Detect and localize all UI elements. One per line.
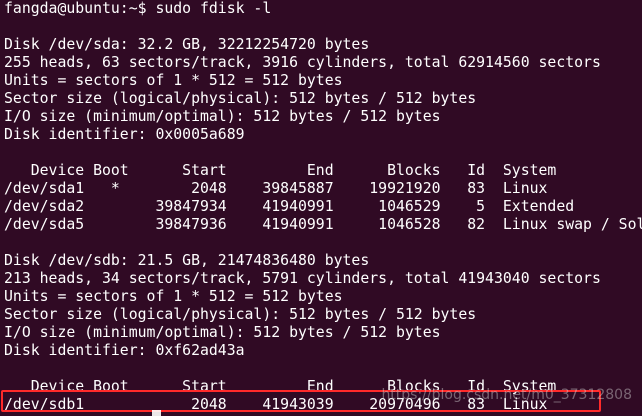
- sda-disk-line: Disk /dev/sda: 32.2 GB, 32212254720 byte…: [4, 36, 370, 53]
- sda-table-header: Device Boot Start End Blocks Id System: [4, 162, 557, 179]
- sdb-io-size-line: I/O size (minimum/optimal): 512 bytes / …: [4, 324, 441, 341]
- sdb-table-header: Device Boot Start End Blocks Id System: [4, 378, 557, 395]
- terminal-output: fangda@ubuntu:~$ sudo fdisk -l Disk /dev…: [4, 0, 642, 414]
- table-row: /dev/sda2 39847934 41940991 1046529 5 Ex…: [4, 198, 575, 215]
- sda-io-size-line: I/O size (minimum/optimal): 512 bytes / …: [4, 108, 441, 125]
- sda-sector-size-line: Sector size (logical/physical): 512 byte…: [4, 90, 477, 107]
- sdb-units-line: Units = sectors of 1 * 512 = 512 bytes: [4, 288, 343, 305]
- prompt-line: fangda@ubuntu:~$ sudo fdisk -l: [4, 0, 272, 17]
- sda-geometry-line: 255 heads, 63 sectors/track, 3916 cylind…: [4, 54, 601, 71]
- sdb-sector-size-line: Sector size (logical/physical): 512 byte…: [4, 306, 477, 323]
- table-row: /dev/sda1 * 2048 39845887 19921920 83 Li…: [4, 180, 548, 197]
- sdb-disk-line: Disk /dev/sdb: 21.5 GB, 21474836480 byte…: [4, 252, 370, 269]
- sdb-identifier-line: Disk identifier: 0xf62ad43a: [4, 342, 245, 359]
- table-row: /dev/sdb1 2048 41943039 20970496 83 Linu…: [4, 396, 548, 413]
- table-row: /dev/sda5 39847936 41940991 1046528 82 L…: [4, 216, 642, 233]
- sdb-geometry-line: 213 heads, 34 sectors/track, 5791 cylind…: [4, 270, 601, 287]
- sda-identifier-line: Disk identifier: 0x0005a689: [4, 126, 245, 143]
- cursor-icon: [152, 410, 161, 416]
- sda-units-line: Units = sectors of 1 * 512 = 512 bytes: [4, 72, 343, 89]
- terminal-window[interactable]: fangda@ubuntu:~$ sudo fdisk -l Disk /dev…: [0, 0, 642, 416]
